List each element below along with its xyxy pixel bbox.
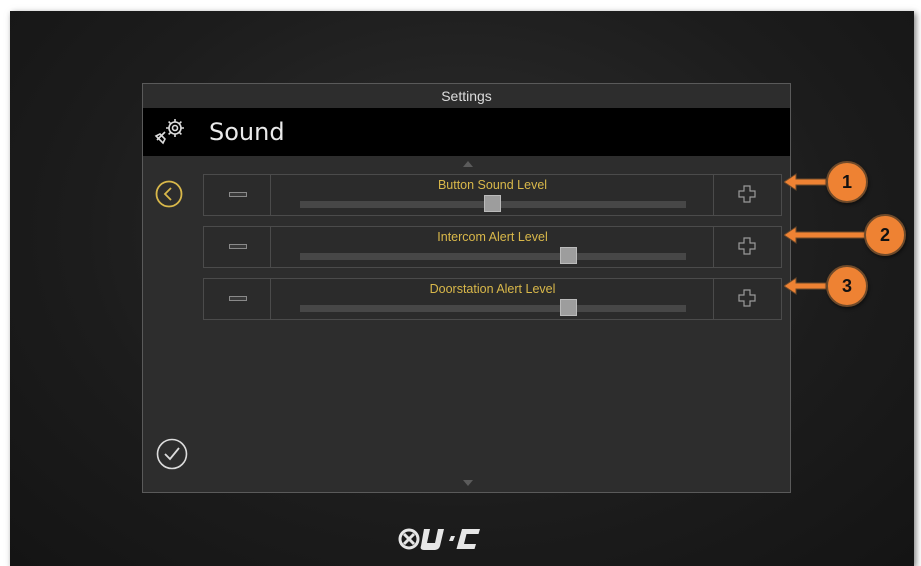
back-button[interactable] [155, 180, 183, 208]
slider-row-doorstation-alert: Doorstation Alert Level [203, 278, 782, 320]
scroll-down-icon[interactable] [463, 480, 473, 486]
callout-arrow-2 [784, 226, 866, 244]
decrease-button[interactable] [204, 227, 271, 267]
minus-icon [229, 244, 247, 249]
callout-3: 3 [826, 265, 868, 307]
chevron-left-circle-icon [155, 180, 183, 208]
slider-thumb[interactable] [560, 247, 577, 264]
confirm-button[interactable] [156, 438, 188, 470]
slider-row-button-sound: Button Sound Level [203, 174, 782, 216]
callout-arrow-3 [784, 277, 826, 295]
plus-icon [738, 185, 756, 203]
plus-icon [738, 289, 756, 307]
slider-track[interactable] [300, 305, 686, 312]
urc-logo [398, 528, 480, 550]
slider-label: Doorstation Alert Level [429, 282, 556, 296]
settings-panel: Settings Sound Button Sound Level Interc… [142, 83, 791, 493]
slider-row-intercom-alert: Intercom Alert Level [203, 226, 782, 268]
page-header: Sound [143, 108, 790, 156]
device-screen: Settings Sound Button Sound Level Interc… [10, 11, 914, 566]
increase-button[interactable] [713, 227, 781, 267]
slider-label: Intercom Alert Level [437, 230, 548, 244]
minus-icon [229, 296, 247, 301]
page-title: Sound [209, 118, 285, 146]
callout-arrow-1 [784, 173, 826, 191]
slider-label: Button Sound Level [437, 178, 548, 192]
slider-track[interactable] [300, 253, 686, 260]
increase-button[interactable] [713, 279, 781, 319]
scroll-up-icon[interactable] [463, 161, 473, 167]
decrease-button[interactable] [204, 175, 271, 215]
plus-icon [738, 237, 756, 255]
checkmark-circle-icon [156, 438, 188, 470]
callout-1: 1 [826, 161, 868, 203]
wrench-gear-icon [153, 116, 187, 148]
increase-button[interactable] [713, 175, 781, 215]
window-title: Settings [143, 84, 790, 109]
slider-thumb[interactable] [484, 195, 501, 212]
decrease-button[interactable] [204, 279, 271, 319]
minus-icon [229, 192, 247, 197]
slider-thumb[interactable] [560, 299, 577, 316]
callout-2: 2 [864, 214, 906, 256]
